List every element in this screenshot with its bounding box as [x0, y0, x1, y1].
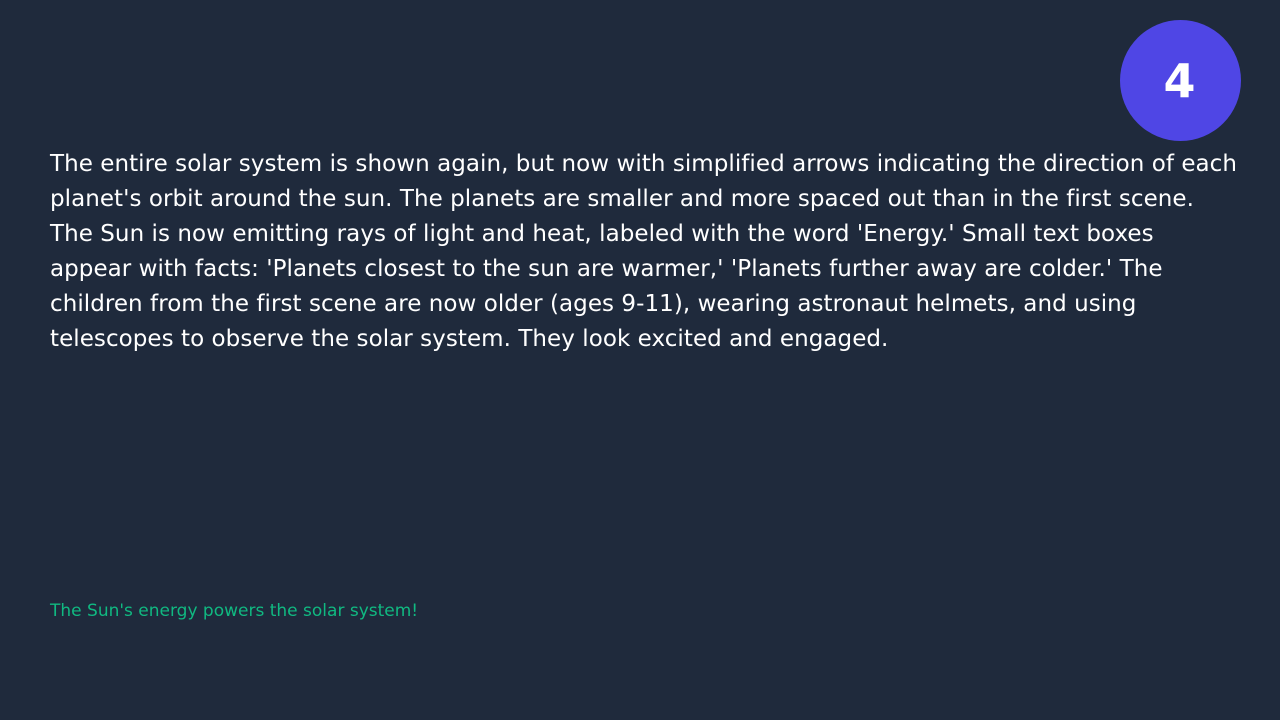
scene-caption: The Sun's energy powers the solar system…: [50, 601, 419, 621]
scene-number-badge: 4: [1120, 20, 1241, 141]
scene-number: 4: [1163, 53, 1196, 108]
scene-slide: 4 The entire solar system is shown again…: [0, 0, 1280, 720]
scene-description: The entire solar system is shown again, …: [50, 151, 1238, 352]
